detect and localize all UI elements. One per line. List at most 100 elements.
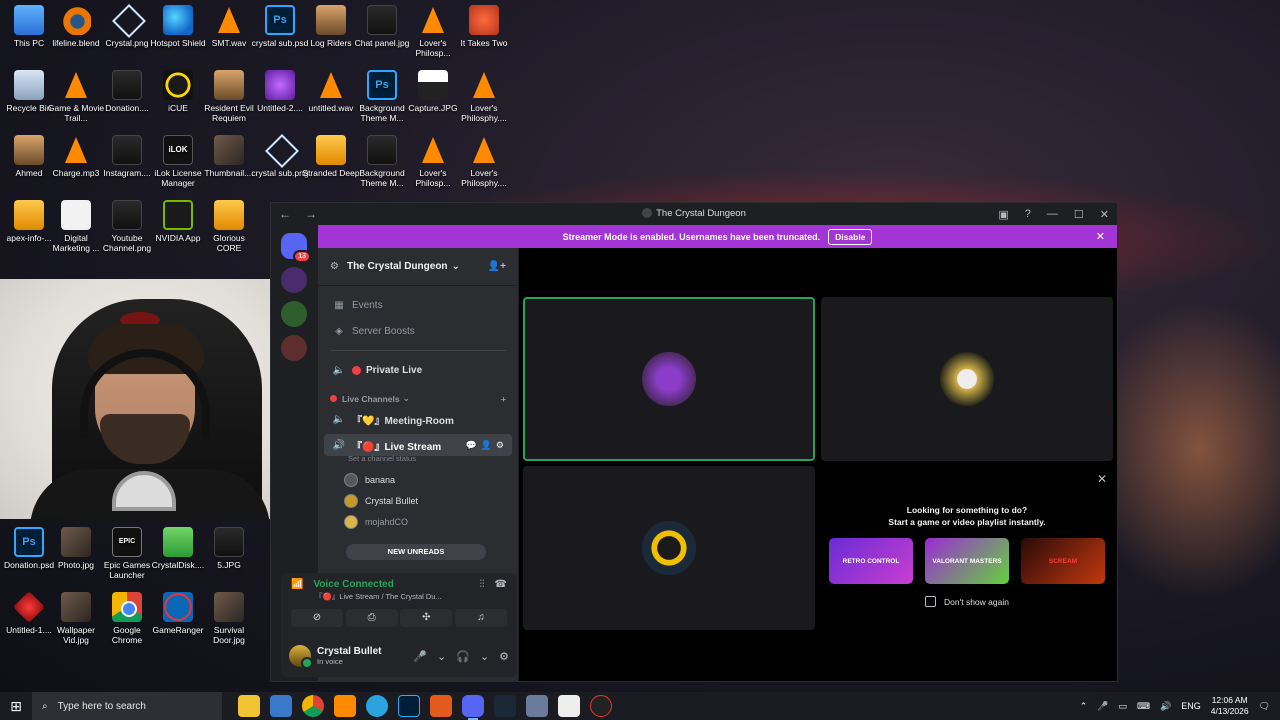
capcut-icon[interactable]	[558, 695, 580, 717]
game-tile[interactable]: RETRO CONTROL	[829, 538, 913, 584]
microphone-icon[interactable]: 🎤	[413, 650, 427, 663]
disable-button[interactable]: Disable	[828, 228, 873, 245]
participant-tile[interactable]	[523, 297, 815, 461]
desktop-icon[interactable]: Google Chrome	[98, 592, 156, 645]
desktop-icon[interactable]: lifeline.blend	[47, 5, 105, 48]
dont-show-checkbox[interactable]: Don't show again	[817, 596, 1117, 607]
add-user-icon[interactable]: 👤+	[488, 261, 506, 272]
obs-icon[interactable]	[590, 695, 612, 717]
banner-close-icon[interactable]: ✕	[1096, 230, 1105, 243]
disconnect-icon[interactable]: ☎	[495, 579, 507, 590]
battery-icon[interactable]: ▭	[1118, 701, 1127, 712]
desktop-icon[interactable]: Wallpaper Vid.jpg	[47, 592, 105, 645]
chrome-icon[interactable]	[302, 695, 324, 717]
desktop-icon[interactable]: EPIC Epic Games Launcher	[98, 527, 156, 580]
desktop-icon[interactable]: Lover's Philosphy....	[455, 70, 513, 123]
desktop-icon[interactable]: Ps crystal sub.psd	[251, 5, 309, 48]
screen-share-button[interactable]: ⎙	[345, 609, 398, 627]
language-indicator[interactable]: ENG	[1181, 701, 1201, 711]
desktop-icon[interactable]: Crystal.png	[98, 5, 156, 48]
minimize-button[interactable]: —	[1047, 208, 1058, 221]
sidebar-item-events[interactable]: ▦ Events	[318, 294, 518, 316]
add-channel-icon[interactable]: +	[501, 394, 506, 404]
voice-user[interactable]: mojahdCO	[318, 511, 518, 532]
desktop-icon[interactable]: Game & Movie Trail...	[47, 70, 105, 123]
desktop-icon[interactable]: NVIDIA App	[149, 200, 207, 243]
invite-icon[interactable]: 👤	[481, 440, 492, 451]
photoshop-icon[interactable]	[398, 695, 420, 717]
sidebar-item-boosts[interactable]: ◈ Server Boosts	[318, 320, 518, 342]
desktop-icon[interactable]: Lover's Philosp...	[404, 135, 462, 188]
mail-icon[interactable]	[270, 695, 292, 717]
voice-user[interactable]: banana	[318, 469, 518, 490]
channel-private-live[interactable]: 🔈 Private Live	[318, 359, 518, 381]
back-arrow-icon[interactable]: ←	[279, 207, 291, 221]
participant-tile[interactable]	[523, 466, 815, 630]
desktop-icon[interactable]: Glorious CORE	[200, 200, 258, 253]
desktop-icon[interactable]: It Takes Two	[455, 5, 513, 48]
vlc-icon[interactable]	[334, 695, 356, 717]
search-box[interactable]: ⌕ Type here to search	[32, 692, 222, 720]
desktop-icon[interactable]: Digital Marketing ...	[47, 200, 105, 253]
file-explorer-icon[interactable]	[238, 695, 260, 717]
desktop-icon[interactable]: Lover's Philosphy....	[455, 135, 513, 188]
desktop-icon[interactable]: GameRanger	[149, 592, 207, 635]
telegram-icon[interactable]	[366, 695, 388, 717]
desktop-icon[interactable]: SMT.wav	[200, 5, 258, 48]
windows-start-icon[interactable]: ⊞	[0, 698, 32, 715]
close-icon[interactable]: ✕	[1097, 472, 1107, 486]
server-icon[interactable]	[281, 335, 307, 361]
notifications-icon[interactable]: 🗨	[1259, 701, 1270, 712]
server-icon[interactable]	[281, 267, 307, 293]
forward-arrow-icon[interactable]: →	[305, 207, 317, 221]
desktop-icon[interactable]: 5.JPG	[200, 527, 258, 570]
voice-user[interactable]: Crystal Bullet	[318, 490, 518, 511]
desktop-icon[interactable]: Stranded Deep	[302, 135, 360, 178]
desktop-icon[interactable]: Instagram....	[98, 135, 156, 178]
desktop-icon[interactable]: Resident Evil Requiem	[200, 70, 258, 123]
discord-icon[interactable]	[462, 695, 484, 720]
participant-tile[interactable]	[821, 297, 1113, 461]
channel-status-hint[interactable]: Set a channel status	[318, 454, 518, 463]
server-header[interactable]: ⚙ The Crystal Dungeon ⌄ 👤+	[318, 248, 518, 286]
mic-tray-icon[interactable]: 🎤	[1097, 701, 1108, 712]
desktop-icon[interactable]: Hotspot Shield	[149, 5, 207, 48]
soundboard-button[interactable]: ♫	[454, 609, 507, 627]
desktop-icon[interactable]: Survival Door.jpg	[200, 592, 258, 645]
steam-icon[interactable]	[494, 695, 516, 717]
noise-suppression-icon[interactable]: ⫶⫶	[480, 579, 485, 590]
discord-home-icon[interactable]: 13	[281, 233, 311, 263]
gear-icon[interactable]: ⚙	[496, 440, 504, 451]
inbox-icon[interactable]: ▣	[998, 208, 1008, 221]
brave-icon[interactable]	[430, 695, 452, 717]
desktop-icon[interactable]: untitled.wav	[302, 70, 360, 113]
chevron-down-icon[interactable]: ⌄	[480, 650, 489, 663]
desktop-icon[interactable]: iLOK iLok License Manager	[149, 135, 207, 188]
desktop-icon[interactable]: Log Riders	[302, 5, 360, 48]
clock[interactable]: 12:06 AM 4/13/2026	[1211, 695, 1249, 717]
avatar[interactable]	[289, 645, 313, 669]
desktop-icon[interactable]: crystal sub.png	[251, 135, 309, 178]
volume-icon[interactable]: 🔊	[1160, 701, 1171, 712]
desktop-icon[interactable]: Untitled-2....	[251, 70, 309, 113]
app-icon[interactable]	[526, 695, 548, 717]
activities-button[interactable]: ✣	[400, 609, 453, 627]
desktop-icon[interactable]: Capture.JPG	[404, 70, 462, 113]
channel-live-stream[interactable]: 🔊 『🔴』Live Stream 💬 👤 ⚙	[324, 434, 512, 456]
help-icon[interactable]: ?	[1025, 208, 1031, 221]
game-tile[interactable]: VALORANT MASTERS	[925, 538, 1009, 584]
close-button[interactable]: ✕	[1100, 208, 1109, 221]
chevron-up-icon[interactable]: ⌃	[1080, 701, 1088, 712]
server-icon[interactable]	[281, 301, 307, 327]
desktop-icon[interactable]: CrystalDisk....	[149, 527, 207, 570]
maximize-button[interactable]: ☐	[1074, 208, 1084, 221]
network-icon[interactable]: ⌨	[1137, 701, 1150, 712]
headphones-icon[interactable]: 🎧	[456, 650, 470, 663]
desktop-icon[interactable]: Background Theme M...	[353, 135, 411, 188]
desktop-icon[interactable]: Thumbnail....	[200, 135, 258, 178]
chevron-down-icon[interactable]: ⌄	[437, 650, 446, 663]
desktop-icon[interactable]: iCUE	[149, 70, 207, 113]
desktop-icon[interactable]: Chat panel.jpg	[353, 5, 411, 48]
chat-icon[interactable]: 💬	[465, 440, 476, 451]
settings-gear-icon[interactable]: ⚙	[499, 650, 509, 663]
